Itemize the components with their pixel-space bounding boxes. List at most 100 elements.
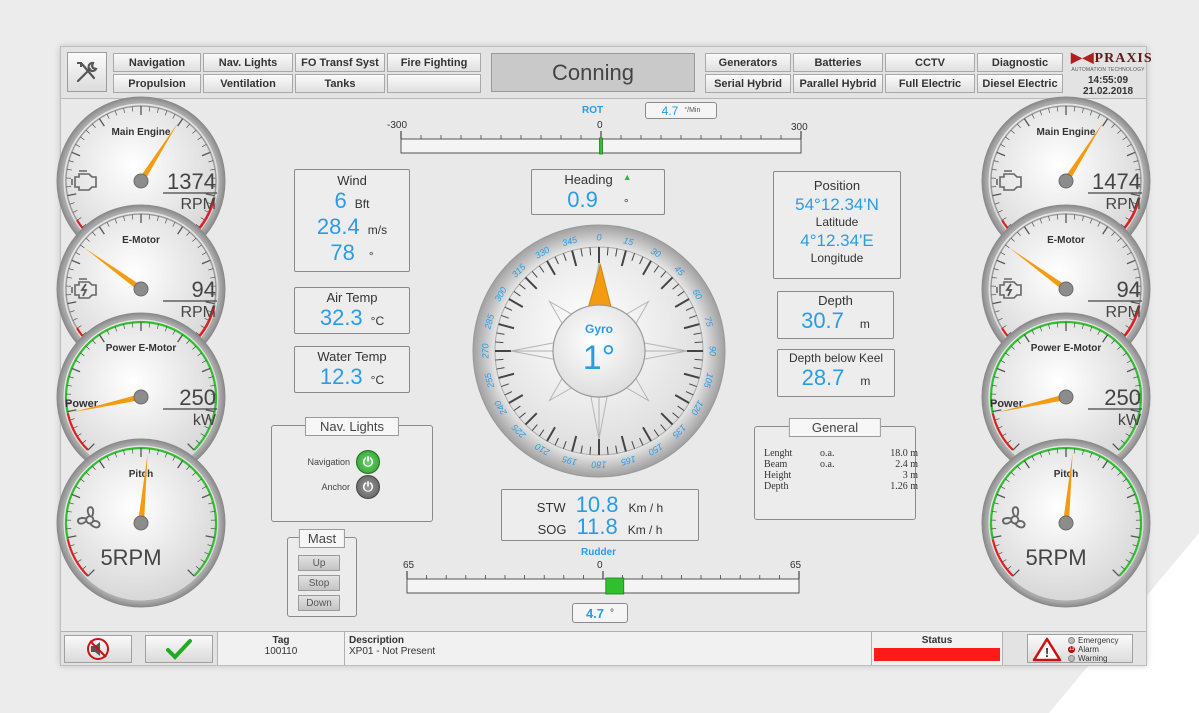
brand-logo: ▶◀PRAXIS [1071,51,1153,66]
warning-triangle-icon: ! [1032,637,1062,662]
speaker-muted-icon [87,638,109,660]
nav-button-empty[interactable] [387,74,481,93]
tag-column: Tag 100110 [217,632,345,665]
description-header: Description [349,635,405,646]
gauge-value: 1474 [1092,169,1141,194]
rot-value: 4.7 [661,103,679,118]
water-temp-label: Water Temp [317,349,387,364]
mast-stop-button[interactable]: Stop [298,575,340,591]
nav-light-navigation-toggle[interactable]: ⏻ [356,450,380,474]
position-label: Position [813,178,861,193]
water-temp-value: 12.3 [319,364,363,389]
general-panel: General Lenght o.a. 18.0 m Beam o.a. 2.4 m Hei… [754,418,918,520]
general-value: 2.4 m [895,459,918,470]
nav-light-anchor-toggle[interactable]: ⏻ [356,475,380,499]
mast-title: Mast [298,529,346,548]
nav-button-generators[interactable]: Generators [705,53,791,72]
tag-header: Tag [272,635,290,646]
description-column: Description XP01 - Not Present [345,632,871,665]
sog-unit: Km / h [627,523,663,537]
nav-button-fire-fighting[interactable]: Fire Fighting [387,53,481,72]
rudder-min-label: 65 [403,560,415,571]
status-header: Status [921,635,953,646]
gauge-value: 5RPM [1025,545,1086,570]
heading-label: Heading [564,172,613,187]
page-title: Conning [491,53,695,92]
acknowledge-button[interactable] [145,635,213,663]
alarm-summary-button[interactable]: ! Emergency 13 Alarm Warning [1027,634,1133,663]
general-row: Height 3 m [764,470,918,481]
nav-button-diagnostic[interactable]: Diagnostic [977,53,1063,72]
wind-speed-value: 28.4 [316,214,360,239]
nav-button-full-electric[interactable]: Full Electric [885,74,975,93]
mast-up-button[interactable]: Up [298,555,340,571]
rot-min-label: -300 [387,120,408,131]
nav-button-serial-hybrid[interactable]: Serial Hybrid [705,74,791,93]
tools-button[interactable] [67,52,107,92]
general-name: Lenght [764,448,793,459]
nav-button-parallel-hybrid[interactable]: Parallel Hybrid [793,74,883,93]
rot-value-box: 4.7 °/Min [645,102,717,119]
gauge-pitch: Pitch 5RPM [981,438,1151,608]
wind-direction-unit: ° [368,249,374,263]
tools-icon [76,61,98,83]
compass-degree-label: 270 [481,343,491,359]
mast-panel: Mast Up Stop Down [287,529,357,617]
air-temp-value: 32.3 [319,305,363,330]
general-qual: o.a. [820,448,835,459]
heading-trend-icon: ▲ [622,172,632,182]
rudder-label: Rudder [581,547,616,558]
general-list: Lenght o.a. 18.0 m Beam o.a. 2.4 m Height 3 m De… [764,448,918,492]
rot-mid-label: 0 [597,120,603,131]
tag-value: 100110 [264,646,298,657]
mute-button[interactable] [64,635,132,663]
gauge-value: 94 [192,277,216,302]
wind-speed-unit: m/s [367,223,388,237]
depth-value: 30.7 [801,308,844,333]
rudder-unit: ° [610,607,615,619]
general-name: Beam [764,459,788,470]
nav-button-tanks[interactable]: Tanks [295,74,385,93]
gyro-compass: 0 153045607590105120135150165180195210225… [472,224,726,478]
rot-scale [400,131,802,155]
general-name: Height [764,470,792,481]
heading-panel: Heading ▲ 0.9 ° [531,169,665,215]
warning-dot-icon [1068,655,1075,662]
bottom-bar: Tag 100110 Description XP01 - Not Presen… [61,631,1146,665]
alarm-legend: Emergency 13 Alarm Warning [1068,636,1118,663]
power-icon: ⏻ [362,454,374,469]
gauge-title: E-Motor [122,235,160,246]
nav-button-batteries[interactable]: Batteries [793,53,883,72]
stw-label: STW [536,500,566,515]
wind-bft-unit: Bft [354,197,370,211]
nav-button-nav-lights[interactable]: Nav. Lights [203,53,293,72]
status-indicator [874,648,1000,661]
mast-down-button[interactable]: Down [298,595,340,611]
wind-label: Wind [337,173,367,188]
water-temp-unit: °C [370,373,385,387]
gauge-title: Main Engine [112,127,171,138]
general-value: 3 m [902,470,918,481]
general-row: Depth 1.26 m [764,481,918,492]
gauge-title: E-Motor [1047,235,1085,246]
nav-lights-panel: Nav. Lights Navigation ⏻ Anchor ⏻ [271,417,433,522]
stw-unit: Km / h [628,501,664,515]
speed-panel: STW 10.8 Km / h SOG 11.8 Km / h [501,489,699,541]
rudder-value-box: 4.7 ° [572,603,628,623]
nav-button-navigation[interactable]: Navigation [113,53,201,72]
gauge-pitch: Pitch 5RPM [56,438,226,608]
gauge-title: Power E-Motor [1031,343,1102,354]
depth-below-keel-unit: m [860,374,871,388]
gauge-title: Main Engine [1037,127,1096,138]
gauge-value: 5RPM [100,545,161,570]
depth-below-keel-value: 28.7 [801,365,845,390]
svg-text:!: ! [1045,645,1049,660]
wind-panel: Wind 6 Bft 28.4 m/s 78 ° [294,169,410,272]
compass-degree-label: 180 [591,460,606,470]
gauge-unit: kW [193,412,217,429]
gyro-value: 1° [583,339,616,377]
nav-button-cctv[interactable]: CCTV [885,53,975,72]
nav-button-fo-transf-syst[interactable]: FO Transf Syst [295,53,385,72]
gauge-title: Pitch [1054,469,1078,480]
heading-value: 0.9 [567,187,598,212]
